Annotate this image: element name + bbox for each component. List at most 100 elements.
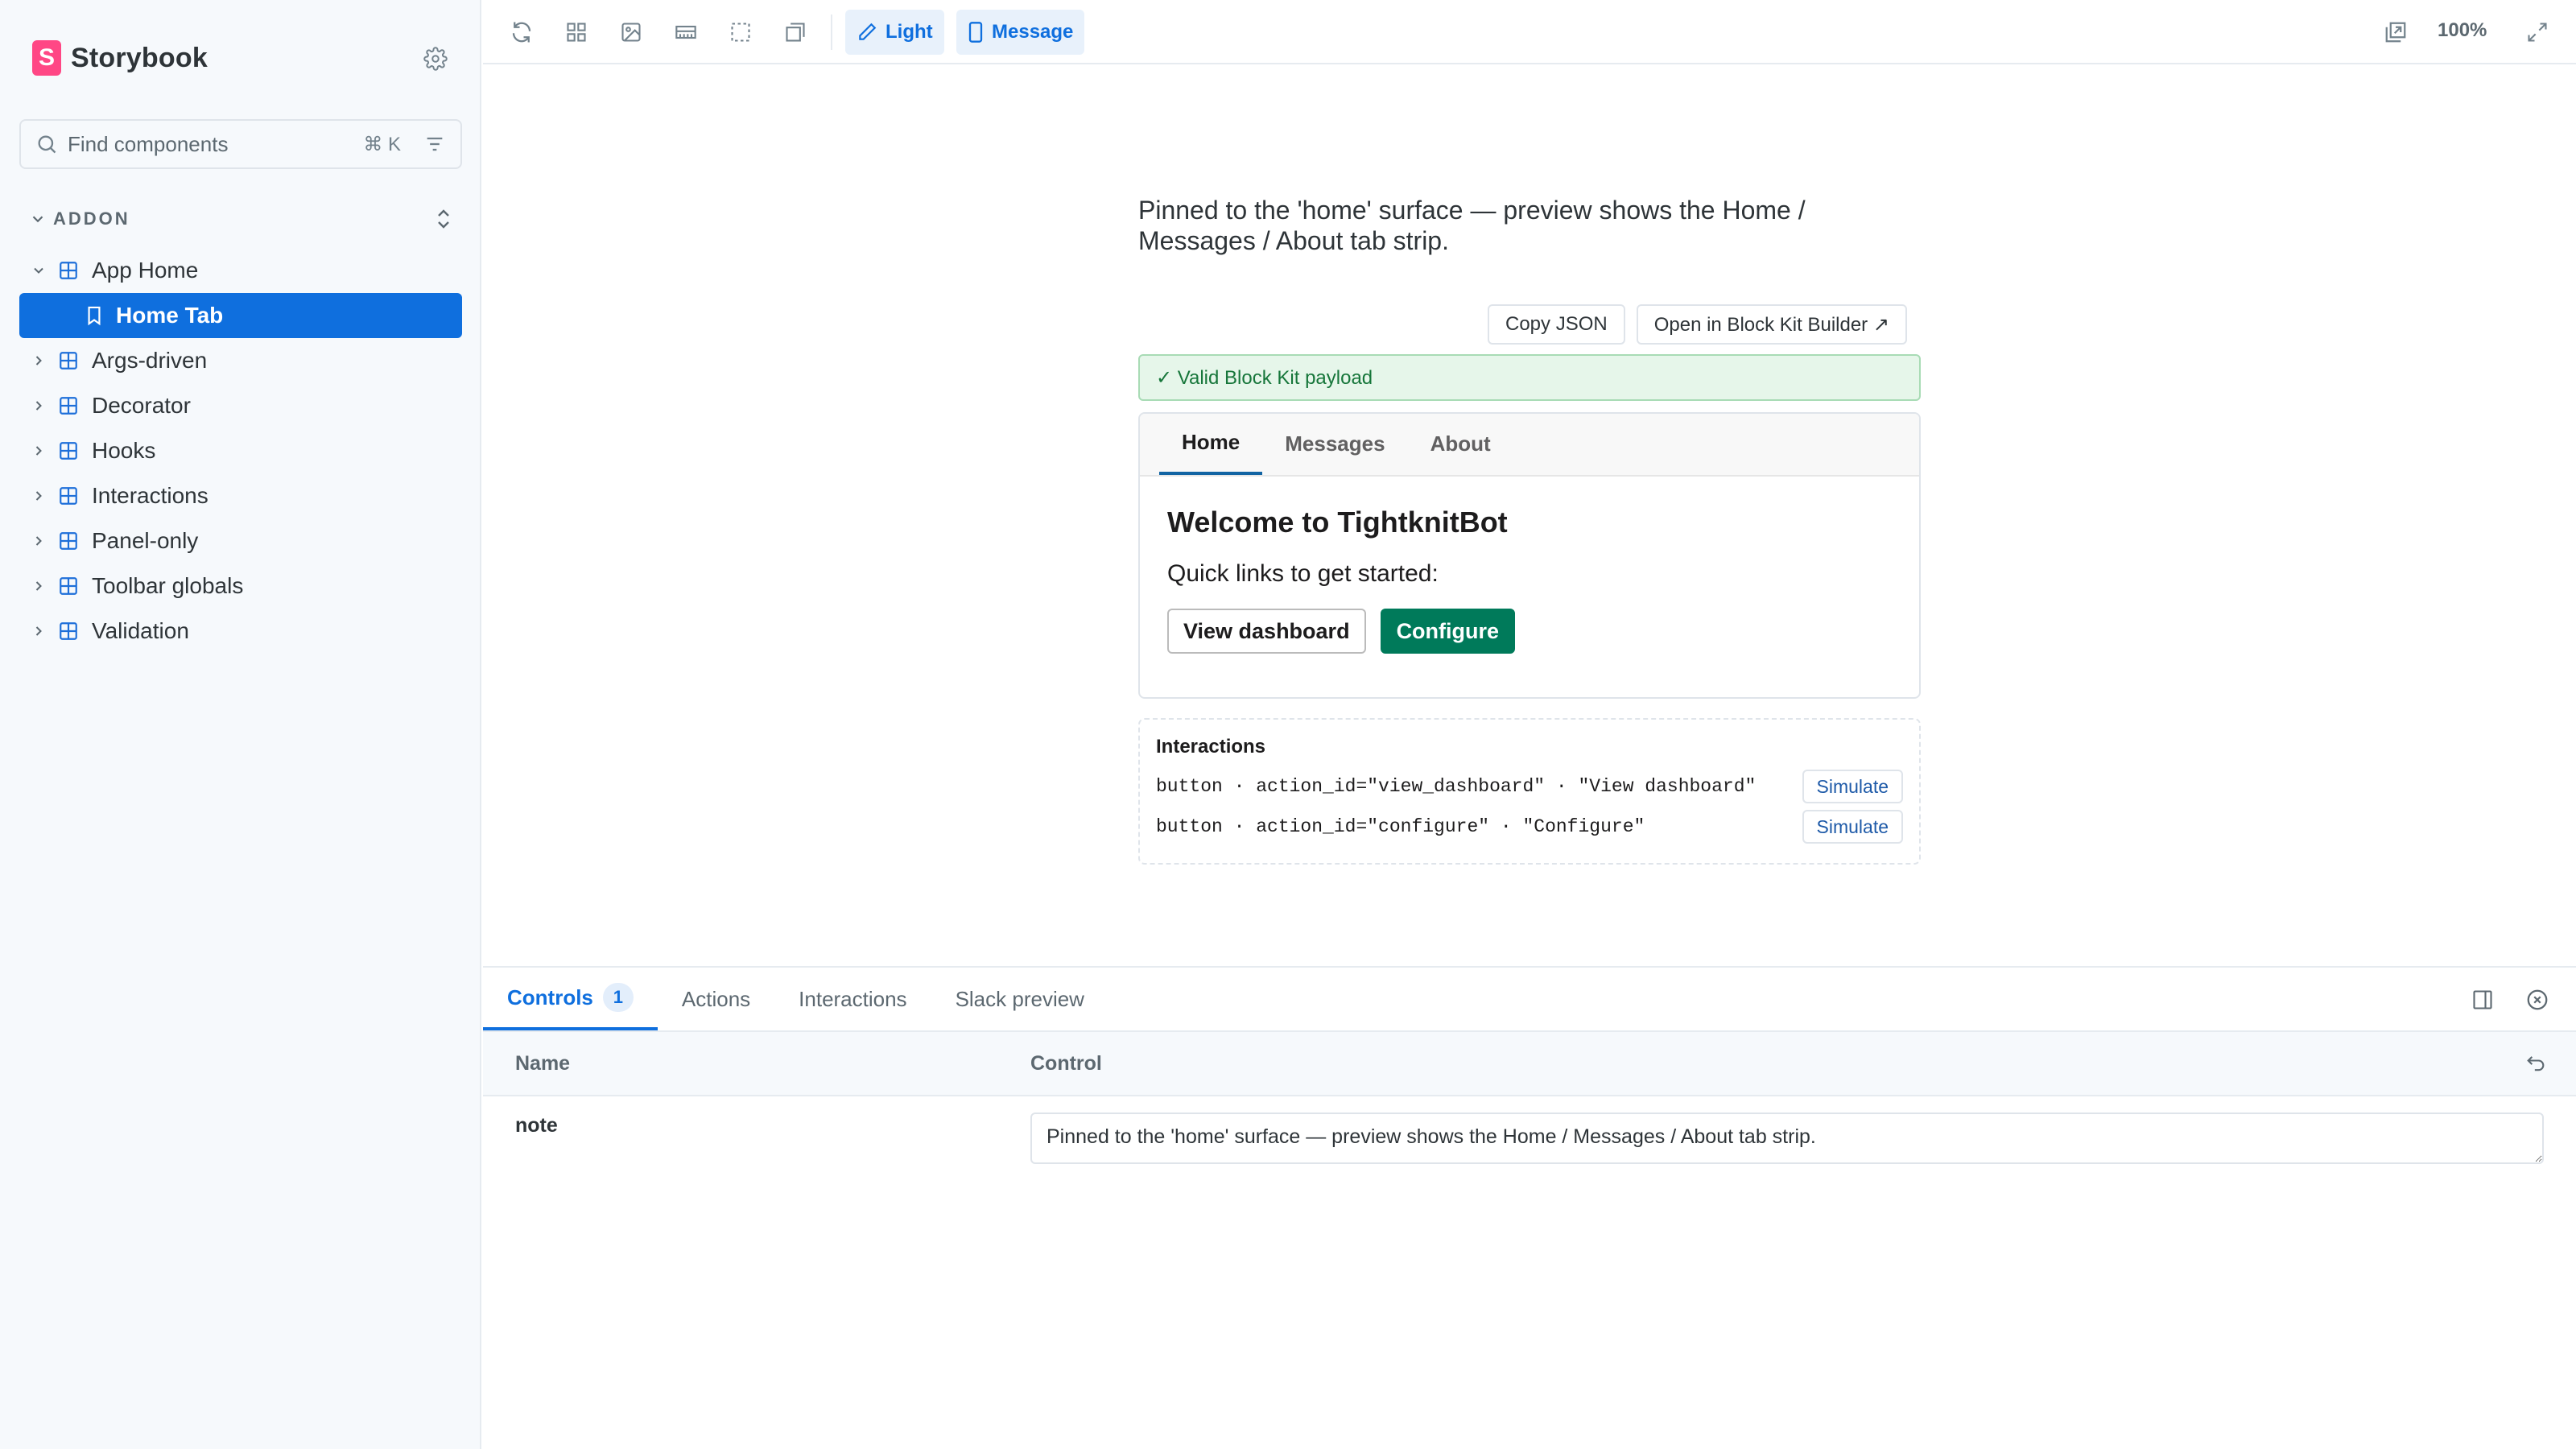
sidebar-item-label: Interactions xyxy=(92,483,208,508)
tab-label: Controls xyxy=(507,985,593,1009)
interaction-row: button · action_id="configure" · "Config… xyxy=(1156,807,1903,847)
viewport-icon[interactable] xyxy=(670,16,702,48)
search-box: ⌘ K xyxy=(19,119,462,169)
validation-status-banner: ✓ Valid Block Kit payload xyxy=(1138,354,1921,401)
slack-body: Welcome to TightknitBot Quick links to g… xyxy=(1140,477,1919,683)
sidebar-item-decorator[interactable]: Decorator xyxy=(19,383,462,428)
interactions-title: Interactions xyxy=(1156,736,1266,758)
reset-controls-icon[interactable] xyxy=(2520,1047,2552,1080)
chevron-right-icon xyxy=(29,441,48,460)
sidebar-item-home-tab[interactable]: Home Tab xyxy=(19,293,462,338)
column-header-control: Control xyxy=(1030,1051,1102,1075)
sidebar-item-label: Args-driven xyxy=(92,348,208,373)
measure-icon[interactable] xyxy=(779,16,811,48)
chevron-right-icon xyxy=(29,621,48,641)
component-icon xyxy=(56,484,80,508)
sidebar-item-label: Panel-only xyxy=(92,528,199,553)
search-icon xyxy=(34,131,60,157)
component-icon xyxy=(56,619,80,643)
table-row: note Pinned to the 'home' surface — prev… xyxy=(483,1096,2576,1193)
surface-label: Message xyxy=(992,21,1074,43)
column-header-name: Name xyxy=(515,1051,571,1075)
close-panel-icon[interactable] xyxy=(2521,984,2553,1016)
tab-actions[interactable]: Actions xyxy=(658,968,774,1030)
sidebar-item-args-driven[interactable]: Args-driven xyxy=(19,338,462,383)
note-textarea[interactable]: Pinned to the 'home' surface — preview s… xyxy=(1030,1113,2544,1164)
slack-home-preview: Home Messages About Welcome to Tightknit… xyxy=(1138,412,1921,699)
remount-icon[interactable] xyxy=(506,16,538,48)
zoom-level: 100% xyxy=(2438,19,2487,41)
background-image-icon[interactable] xyxy=(615,16,647,48)
toolbar: Light Message 100% xyxy=(483,0,2576,64)
chevron-right-icon xyxy=(29,531,48,551)
sidebar-item-toolbar-globals[interactable]: Toolbar globals xyxy=(19,564,462,609)
sidebar-item-label: Validation xyxy=(92,618,189,643)
story-note: Pinned to the 'home' surface — preview s… xyxy=(1138,196,1806,255)
preview-actions: Copy JSON Open in Block Kit Builder ↗ xyxy=(1488,304,1907,345)
group-header-addon[interactable]: ADDON xyxy=(29,203,456,235)
tab-slack-preview[interactable]: Slack preview xyxy=(931,968,1108,1030)
configure-button[interactable]: Configure xyxy=(1380,609,1516,654)
theme-toggle-button[interactable]: Light xyxy=(845,10,944,55)
component-icon xyxy=(56,529,80,553)
expand-collapse-icon[interactable] xyxy=(431,204,456,233)
filter-icon[interactable] xyxy=(422,131,448,157)
settings-gear-icon[interactable] xyxy=(420,43,451,74)
slack-tab-home[interactable]: Home xyxy=(1159,414,1263,475)
controls-table-header: Name Control xyxy=(483,1032,2576,1096)
chevron-right-icon xyxy=(29,396,48,415)
surface-toggle-button[interactable]: Message xyxy=(956,10,1085,55)
slack-section-text: Quick links to get started: xyxy=(1167,560,1439,587)
sidebar-item-label: Decorator xyxy=(92,393,191,418)
slack-tab-messages[interactable]: Messages xyxy=(1262,414,1407,475)
brand-logo[interactable]: S Storybook xyxy=(32,40,208,76)
tab-interactions[interactable]: Interactions xyxy=(774,968,931,1030)
sidebar-item-app-home[interactable]: App Home xyxy=(19,248,462,293)
copy-json-button[interactable]: Copy JSON xyxy=(1488,304,1625,345)
theme-label: Light xyxy=(886,21,933,43)
interaction-row: button · action_id="view_dashboard" · "V… xyxy=(1156,766,1903,807)
chevron-right-icon xyxy=(29,486,48,506)
preview-canvas: Pinned to the 'home' surface — preview s… xyxy=(483,66,2576,966)
panel-orientation-icon[interactable] xyxy=(2467,984,2499,1016)
view-dashboard-button[interactable]: View dashboard xyxy=(1167,609,1366,654)
toolbar-divider xyxy=(831,14,832,50)
panel-tab-bar: Controls 1 Actions Interactions Slack pr… xyxy=(483,968,2576,1032)
sidebar-item-hooks[interactable]: Hooks xyxy=(19,428,462,473)
sidebar-item-interactions[interactable]: Interactions xyxy=(19,473,462,518)
interaction-descriptor: button · action_id="view_dashboard" · "V… xyxy=(1156,776,1757,797)
sidebar: S Storybook ⌘ K ADDON App Home xyxy=(0,0,481,1449)
sidebar-item-panel-only[interactable]: Panel-only xyxy=(19,518,462,564)
interactions-list: Interactions button · action_id="view_da… xyxy=(1138,718,1921,865)
chevron-down-icon xyxy=(29,261,48,280)
outline-icon[interactable] xyxy=(724,16,757,48)
brand-name: Storybook xyxy=(71,42,208,73)
fullscreen-icon[interactable] xyxy=(2521,16,2553,48)
mobile-icon xyxy=(968,22,983,43)
simulate-button[interactable]: Simulate xyxy=(1802,810,1903,844)
component-icon xyxy=(56,394,80,418)
search-shortcut: ⌘ K xyxy=(363,133,401,155)
group-label: ADDON xyxy=(53,208,130,229)
component-icon xyxy=(56,258,80,283)
chevron-right-icon xyxy=(29,351,48,370)
bookmark-icon xyxy=(84,304,105,327)
component-icon xyxy=(56,349,80,373)
pencil-icon xyxy=(859,23,877,40)
tab-controls[interactable]: Controls 1 xyxy=(483,968,658,1030)
slack-actions: View dashboard Configure xyxy=(1167,609,1892,654)
slack-tab-about[interactable]: About xyxy=(1408,414,1513,475)
component-icon xyxy=(56,574,80,598)
slack-tab-strip: Home Messages About xyxy=(1140,414,1919,477)
component-icon xyxy=(56,439,80,463)
simulate-button[interactable]: Simulate xyxy=(1802,770,1903,803)
interaction-descriptor: button · action_id="configure" · "Config… xyxy=(1156,816,1645,837)
search-input[interactable] xyxy=(68,131,364,157)
open-block-kit-builder-button[interactable]: Open in Block Kit Builder ↗ xyxy=(1636,304,1907,345)
storybook-logo-icon: S xyxy=(32,40,61,76)
sidebar-item-validation[interactable]: Validation xyxy=(19,609,462,654)
slack-heading: Welcome to TightknitBot xyxy=(1167,506,1508,539)
zoom-reset-icon[interactable] xyxy=(2380,16,2412,48)
arg-name: note xyxy=(515,1114,558,1137)
grid-icon[interactable] xyxy=(560,16,592,48)
